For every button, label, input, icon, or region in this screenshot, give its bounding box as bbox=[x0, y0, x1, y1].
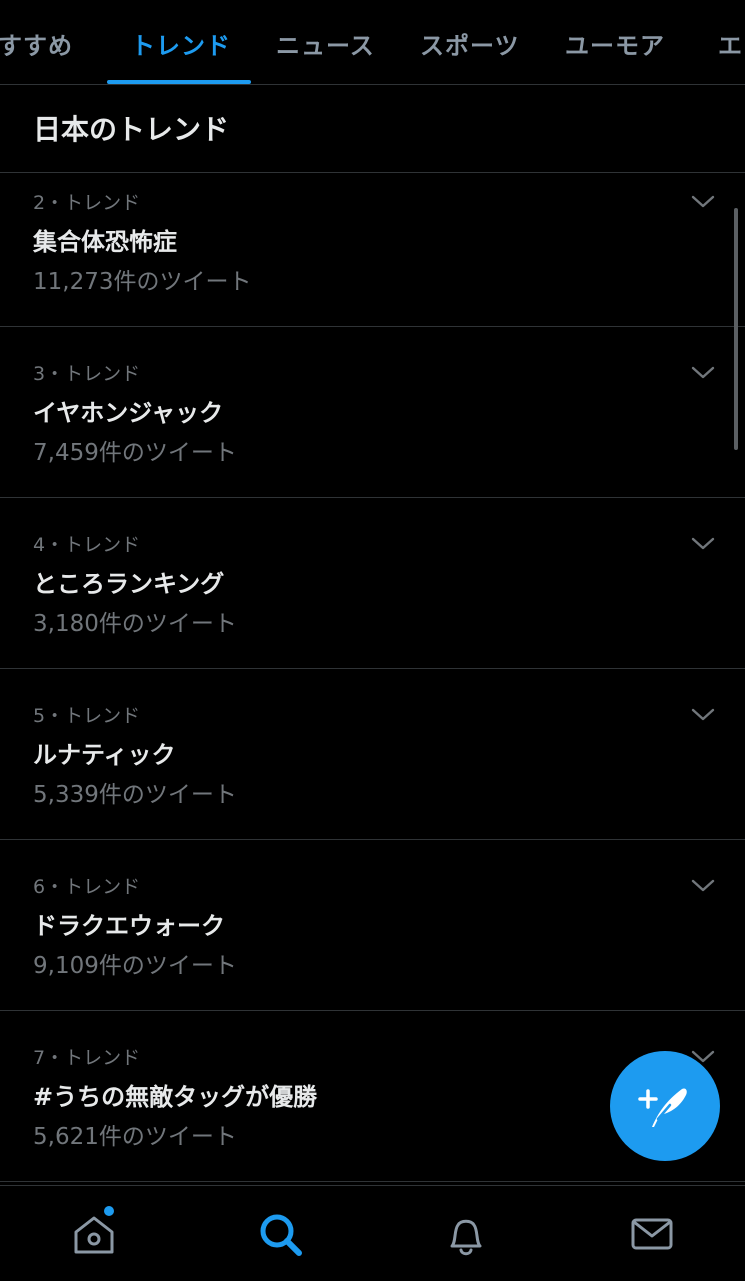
trend-rank: 6・トレンド bbox=[33, 876, 141, 898]
trend-rank: 5・トレンド bbox=[33, 705, 141, 727]
trend-name: 集合体恐怖症 bbox=[33, 228, 177, 256]
trend-row[interactable]: 3・トレンド イヤホンジャック 7,459件のツイート bbox=[0, 326, 745, 498]
nav-home[interactable] bbox=[70, 1206, 118, 1258]
trend-name: ルナティック bbox=[33, 741, 176, 769]
nav-messages[interactable] bbox=[628, 1210, 676, 1258]
mail-icon bbox=[631, 1218, 673, 1250]
trend-name: ところランキング bbox=[33, 570, 225, 598]
nav-search[interactable] bbox=[256, 1210, 304, 1258]
tweet-count: 5,621件のツイート bbox=[33, 1124, 237, 1150]
trend-row[interactable]: 5・トレンド ルナティック 5,339件のツイート bbox=[0, 668, 745, 840]
compose-tweet-icon bbox=[638, 1088, 687, 1127]
bottom-nav-bar bbox=[0, 1185, 745, 1281]
tab-humor[interactable]: ユーモア bbox=[565, 26, 665, 61]
bell-icon bbox=[450, 1219, 482, 1256]
tab-news[interactable]: ニュース bbox=[276, 26, 375, 61]
tweet-count: 9,109件のツイート bbox=[33, 953, 237, 979]
trend-rank: 4・トレンド bbox=[33, 534, 141, 556]
chevron-down-icon[interactable] bbox=[689, 704, 717, 724]
tweet-count: 11,273件のツイート bbox=[33, 269, 252, 295]
tweet-count: 5,339件のツイート bbox=[33, 782, 237, 808]
chevron-down-icon[interactable] bbox=[689, 191, 717, 211]
tab-trends[interactable]: トレンド bbox=[131, 26, 231, 61]
explore-tabs: すすめ トレンド ニュース スポーツ ユーモア エ bbox=[0, 0, 745, 85]
nav-notifications[interactable] bbox=[442, 1210, 490, 1258]
chevron-down-icon[interactable] bbox=[689, 533, 717, 553]
trend-name: ドラクエウォーク bbox=[33, 912, 225, 940]
trend-name: #うちの無敵タッグが優勝 bbox=[33, 1083, 318, 1111]
trend-row[interactable]: 6・トレンド ドラクエウォーク 9,109件のツイート bbox=[0, 839, 745, 1011]
trend-rank: 7・トレンド bbox=[33, 1047, 141, 1069]
trend-row[interactable]: 2・トレンド 集合体恐怖症 11,273件のツイート bbox=[0, 155, 745, 327]
section-title: 日本のトレンド bbox=[33, 113, 230, 146]
home-icon bbox=[74, 1216, 114, 1254]
notification-dot bbox=[104, 1206, 114, 1216]
trend-rank: 2・トレンド bbox=[33, 192, 141, 214]
tweet-count: 3,180件のツイート bbox=[33, 611, 237, 637]
tweet-count: 7,459件のツイート bbox=[33, 440, 237, 466]
active-tab-indicator bbox=[107, 80, 251, 84]
tab-entertainment[interactable]: エ bbox=[718, 26, 743, 61]
search-icon bbox=[260, 1214, 302, 1256]
chevron-down-icon[interactable] bbox=[689, 362, 717, 382]
trend-name: イヤホンジャック bbox=[33, 399, 224, 427]
scrollbar[interactable] bbox=[734, 208, 738, 450]
trend-row[interactable]: 4・トレンド ところランキング 3,180件のツイート bbox=[0, 497, 745, 669]
tab-sports[interactable]: スポーツ bbox=[420, 26, 520, 61]
trend-rank: 3・トレンド bbox=[33, 363, 141, 385]
compose-tweet-button[interactable] bbox=[610, 1051, 720, 1161]
tab-recommended[interactable]: すすめ bbox=[0, 26, 73, 61]
chevron-down-icon[interactable] bbox=[689, 875, 717, 895]
